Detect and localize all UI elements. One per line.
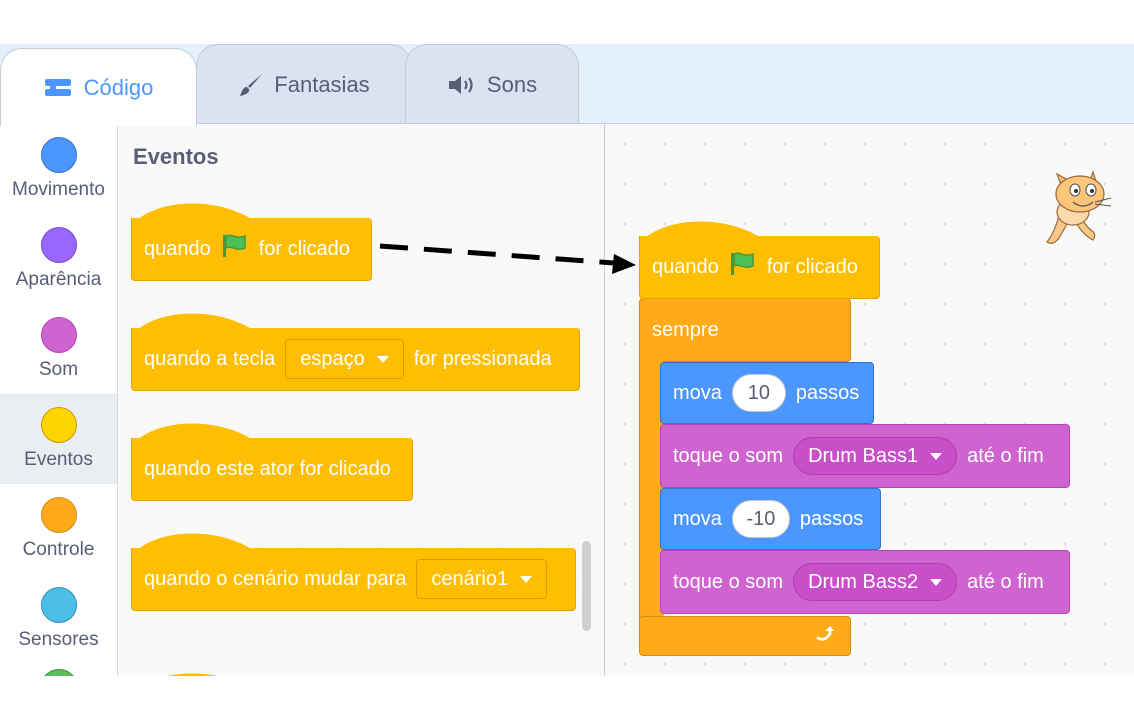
key-dropdown-value: espaço — [300, 347, 365, 370]
block-text: passos — [799, 507, 864, 530]
steps-input[interactable]: -10 — [731, 500, 790, 538]
category-label: Eventos — [24, 449, 93, 470]
events-category-dot-icon — [40, 407, 77, 443]
backdrop-dropdown-value: cenário1 — [431, 567, 509, 590]
block-text: passos — [795, 381, 860, 404]
move-steps-block[interactable]: mova -10 passos — [660, 488, 881, 550]
category-menu: Movimento Aparência Som Eventos Controle… — [0, 124, 118, 676]
category-label: Movimento — [12, 179, 105, 200]
tab-sounds[interactable]: Sons — [405, 44, 579, 124]
code-blocks-icon — [44, 77, 74, 99]
category-label: Controle — [22, 539, 95, 560]
block-text: for clicado — [766, 255, 858, 278]
category-label: Aparência — [15, 269, 102, 290]
palette-scrollbar[interactable] — [582, 541, 591, 631]
tab-costumes-label: Fantasias — [274, 71, 370, 97]
palette-section-title: Eventos — [133, 144, 219, 169]
loop-arrow-icon — [814, 622, 836, 650]
green-flag-icon — [221, 233, 249, 265]
forever-block-footer — [639, 616, 851, 656]
key-dropdown[interactable]: espaço — [285, 339, 404, 379]
steps-input[interactable]: 10 — [731, 374, 786, 412]
when-key-pressed-block[interactable]: quando a tecla espaço for pressionada — [131, 328, 580, 391]
block-text: for pressionada — [413, 347, 552, 370]
category-looks[interactable]: Aparência — [0, 214, 117, 304]
category-events[interactable]: Eventos — [0, 394, 117, 484]
chevron-down-icon — [930, 578, 943, 586]
operators-category-dot-icon[interactable] — [40, 669, 78, 676]
category-label: Sensores — [18, 629, 99, 650]
motion-category-dot-icon — [40, 137, 77, 173]
control-category-dot-icon — [40, 497, 77, 533]
category-sound[interactable]: Som — [0, 304, 117, 394]
cat-sprite-icon — [1046, 170, 1112, 244]
forever-block-header: sempre — [639, 298, 851, 362]
category-label: Som — [38, 359, 79, 380]
drag-arrow — [379, 243, 636, 274]
looks-category-dot-icon — [40, 227, 77, 263]
tab-costumes[interactable]: Fantasias — [196, 44, 412, 124]
block-text: mova — [673, 381, 722, 404]
script-when-flag-clicked-block[interactable]: quando for clicado — [639, 236, 880, 299]
block-text: quando — [652, 255, 719, 278]
sound-dropdown-value: Drum Bass1 — [808, 444, 919, 467]
block-text: quando a tecla — [144, 347, 276, 370]
when-backdrop-switches-block[interactable]: quando o cenário mudar para cenário1 — [131, 548, 576, 611]
sound-category-dot-icon — [40, 317, 77, 353]
category-control[interactable]: Controle — [0, 484, 117, 574]
block-text: quando este ator for clicado — [144, 457, 391, 480]
block-text: for clicado — [258, 237, 350, 260]
editor-main: Movimento Aparência Som Eventos Controle… — [0, 123, 1134, 676]
chevron-down-icon — [376, 355, 389, 363]
tab-code[interactable]: Código — [0, 48, 197, 126]
speaker-icon — [447, 74, 477, 96]
sound-dropdown[interactable]: Drum Bass1 — [793, 437, 958, 475]
editor-tab-bar: Código Fantasias Sons — [0, 44, 1134, 126]
green-flag-icon — [729, 251, 757, 283]
block-text: toque o som — [673, 570, 784, 593]
block-text: sempre — [652, 318, 719, 341]
sound-dropdown[interactable]: Drum Bass2 — [793, 563, 958, 601]
block-text: toque o som — [673, 444, 784, 467]
play-sound-until-done-block[interactable]: toque o som Drum Bass1 até o fim — [660, 424, 1070, 488]
chevron-down-icon — [930, 452, 943, 460]
play-sound-until-done-block[interactable]: toque o som Drum Bass2 até o fim — [660, 550, 1070, 614]
block-text: quando o cenário mudar para — [144, 567, 407, 590]
when-flag-clicked-block[interactable]: quando for clicado — [131, 218, 372, 281]
when-sprite-clicked-block[interactable]: quando este ator for clicado — [131, 438, 413, 501]
hat-cap-shape — [168, 673, 217, 676]
move-steps-block[interactable]: mova 10 passos — [660, 362, 874, 424]
block-text: mova — [673, 507, 722, 530]
backdrop-dropdown[interactable]: cenário1 — [416, 559, 548, 599]
sound-dropdown-value: Drum Bass2 — [808, 570, 919, 593]
block-text: até o fim — [967, 570, 1044, 593]
block-text: quando — [144, 237, 211, 260]
tab-sounds-label: Sons — [486, 71, 538, 97]
paintbrush-icon — [238, 72, 264, 98]
tab-code-label: Código — [83, 74, 154, 100]
sensing-category-dot-icon — [40, 587, 77, 623]
category-sensing[interactable]: Sensores — [0, 574, 117, 664]
block-text: até o fim — [967, 444, 1044, 467]
category-motion[interactable]: Movimento — [0, 124, 117, 214]
chevron-down-icon — [520, 575, 533, 583]
